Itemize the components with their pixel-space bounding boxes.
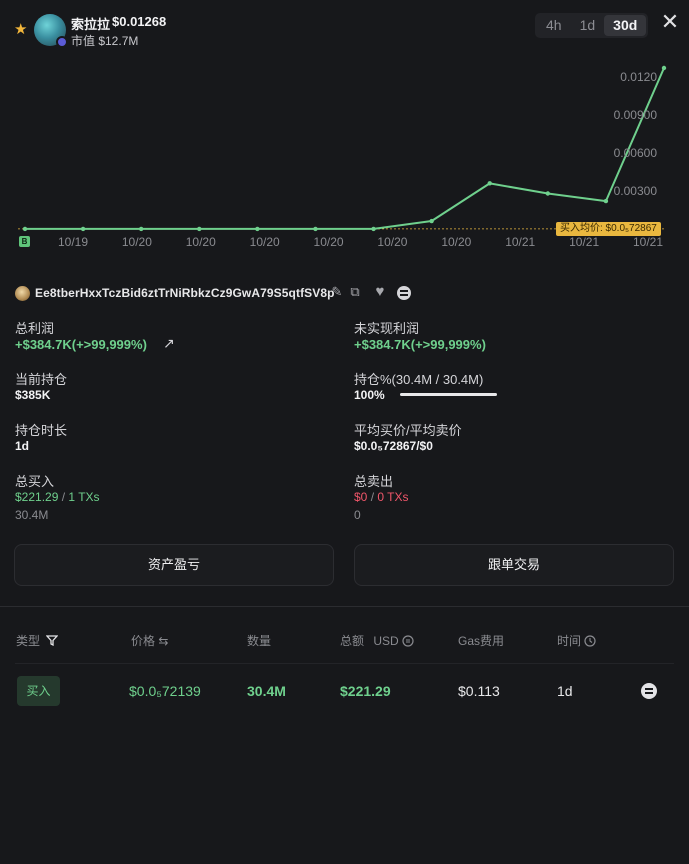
total-profit-value: +$384.7K(+>99,999%) — [15, 337, 147, 352]
total-sell-summary: $0 / 0 TXs — [354, 490, 409, 504]
trade-total: $221.29 — [340, 683, 391, 699]
tab-30d[interactable]: 30d — [604, 15, 647, 36]
price-point — [371, 226, 376, 232]
total-buy-amount: $221.29 — [15, 490, 59, 504]
token-name: 索拉拉 — [71, 17, 111, 32]
price-point — [80, 226, 86, 232]
position-progress-bar — [400, 393, 497, 396]
x-tick-label: 10/21 — [569, 235, 599, 249]
avg-price-label: 平均买价/平均卖价 — [354, 423, 462, 438]
copy-icon[interactable]: ⧉ — [347, 284, 363, 300]
total-profit-label: 总利润 — [15, 321, 55, 336]
duration-label: 持仓时长 — [15, 423, 68, 438]
favorite-star-icon[interactable]: ★ — [14, 22, 30, 38]
total-sell-label: 总卖出 — [354, 474, 394, 489]
clock-icon[interactable] — [584, 635, 596, 647]
position-pct-value: 100% — [354, 388, 385, 402]
y-tick-label: 0.0120 — [620, 70, 657, 84]
x-tick-label: 10/21 — [633, 235, 663, 249]
holding-value: $385K — [15, 388, 51, 402]
chain-badge-icon — [56, 36, 68, 48]
x-tick-label: 10/21 — [505, 235, 535, 249]
price-point — [661, 65, 667, 71]
trade-explorer-icon[interactable] — [641, 683, 657, 699]
swap-icon[interactable]: ⇆ — [158, 634, 168, 648]
buy-marker-icon: B — [19, 236, 30, 247]
avg-price-value: $0.0₅72867/$0 — [354, 439, 433, 453]
x-tick-label: 10/20 — [314, 235, 344, 249]
position-pct-label: 持仓%(30.4M / 30.4M) — [354, 372, 484, 387]
price-point — [197, 226, 202, 232]
y-tick-label: 0.00900 — [614, 108, 658, 122]
heart-icon[interactable]: ♥ — [372, 284, 388, 300]
total-buy-label: 总买入 — [15, 474, 55, 489]
price-point — [545, 191, 551, 196]
x-tick-label: 10/20 — [250, 235, 280, 249]
trade-qty: 30.4M — [247, 683, 286, 699]
duration-value: 1d — [15, 439, 30, 453]
x-tick-label: 10/19 — [58, 235, 88, 249]
total-sell-txs: 0 TXs — [377, 490, 409, 504]
avg-buy-price-tag: 买入均价: $0.0₅72867 — [556, 222, 661, 236]
col-gas-header: Gas费用 — [458, 634, 505, 648]
y-tick-label: 0.00600 — [614, 146, 658, 160]
price-point — [313, 226, 318, 232]
total-buy-summary: $221.29 / 1 TXs — [15, 490, 100, 504]
x-tick-label: 10/20 — [122, 235, 152, 249]
currency-switch-icon[interactable] — [402, 635, 414, 647]
total-sell-amount: $0 — [354, 490, 368, 504]
col-type-label: 类型 — [16, 634, 41, 648]
total-buy-txs: 1 TXs — [68, 490, 100, 504]
col-type-header[interactable]: 类型 — [16, 632, 59, 649]
token-price: $0.01268 — [112, 14, 167, 29]
x-tick-label: 10/20 — [377, 235, 407, 249]
x-tick-label: 10/20 — [441, 235, 471, 249]
edit-icon[interactable]: ✎ — [329, 284, 345, 300]
menu-list-icon[interactable] — [397, 286, 411, 300]
total-sell-qty: 0 — [354, 508, 361, 522]
wallet-avatar — [15, 286, 30, 301]
total-buy-qty: 30.4M — [15, 508, 49, 522]
unrealized-profit-label: 未实现利润 — [354, 321, 420, 336]
filter-icon[interactable] — [45, 635, 59, 647]
price-point — [429, 218, 434, 224]
col-time-header[interactable]: 时间 — [557, 632, 596, 649]
col-qty-header: 数量 — [247, 634, 272, 648]
trade-time: 1d — [557, 683, 573, 699]
market-cap: 市值 $12.7M — [71, 34, 139, 48]
holding-label: 当前持仓 — [15, 372, 68, 387]
x-tick-label: 10/20 — [186, 235, 216, 249]
token-avatar — [34, 14, 68, 48]
total-sell-separator: / — [367, 490, 378, 504]
table-header-divider — [15, 663, 674, 664]
col-price-label: 价格 — [131, 634, 156, 648]
trade-type-badge: 买入 — [17, 676, 60, 706]
price-point — [487, 181, 492, 186]
tab-4h[interactable]: 4h — [537, 15, 571, 36]
tab-1d[interactable]: 1d — [571, 15, 605, 36]
total-buy-separator: / — [58, 490, 69, 504]
y-tick-label: 0.00300 — [614, 184, 658, 198]
timeframe-tabs: 4h 1d 30d — [535, 13, 649, 38]
price-line — [25, 67, 665, 230]
price-point — [22, 226, 28, 232]
unrealized-profit-value: +$384.7K(+>99,999%) — [354, 337, 486, 352]
trade-price: $0.0₅72139 — [129, 683, 201, 699]
price-point — [255, 226, 260, 232]
col-total-label: 总额 — [340, 634, 365, 648]
copy-trade-button[interactable]: 跟单交易 — [354, 544, 674, 586]
pnl-button[interactable]: 资产盈亏 — [14, 544, 334, 586]
external-link-icon[interactable]: ↗ — [163, 335, 175, 352]
price-point — [138, 226, 144, 232]
currency-label[interactable]: USD — [373, 634, 398, 648]
price-point — [603, 198, 609, 204]
col-price-header[interactable]: 价格 ⇆ — [131, 632, 168, 649]
close-icon[interactable]: ✕ — [659, 11, 681, 34]
col-time-label: 时间 — [557, 634, 582, 648]
col-total-header: 总额 USD — [340, 632, 414, 649]
section-divider — [0, 606, 689, 607]
wallet-address: Ee8tberHxxTczBid6ztTrNiRbkzCz9GwA79S5qtf… — [35, 286, 335, 300]
trade-gas: $0.113 — [458, 683, 500, 699]
